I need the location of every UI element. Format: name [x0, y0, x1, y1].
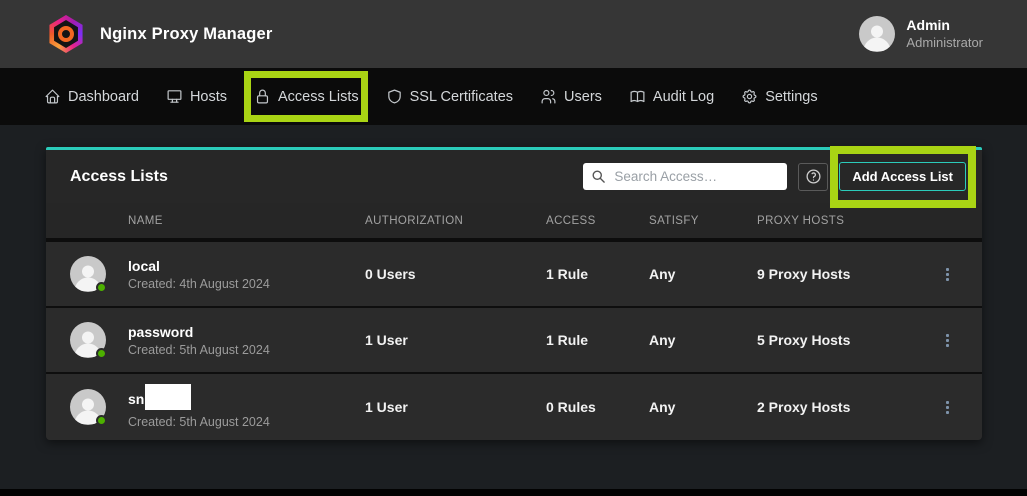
column-header-satisfy: SATISFY: [649, 215, 757, 227]
satisfy-value: Any: [649, 399, 757, 415]
row-menu-button[interactable]: [942, 397, 953, 418]
table-row[interactable]: local Created: 4th August 2024 0 Users 1…: [46, 242, 982, 308]
authorization-value: 1 User: [365, 332, 546, 348]
authorization-value: 0 Users: [365, 266, 546, 282]
row-avatar: [70, 389, 106, 425]
authorization-value: 1 User: [365, 399, 546, 415]
main-nav: Dashboard Hosts Access Lists SSL Certifi…: [0, 68, 1027, 125]
access-value: 1 Rule: [546, 332, 649, 348]
table-row[interactable]: sn Created: 5th August 2024 1 User 0 Rul…: [46, 374, 982, 440]
access-list-name: sn: [128, 391, 144, 407]
online-status-dot: [96, 415, 107, 426]
created-date: Created: 5th August 2024: [128, 415, 270, 429]
access-list-name: password: [128, 324, 193, 340]
access-value: 0 Rules: [546, 399, 649, 415]
user-role: Administrator: [906, 35, 983, 51]
nav-item-audit-log[interactable]: Audit Log: [629, 88, 714, 105]
nav-label: Settings: [765, 89, 817, 105]
book-icon: [629, 88, 646, 105]
panel-header: Access Lists Add Access List: [46, 150, 982, 203]
proxy-hosts-value: 2 Proxy Hosts: [757, 399, 916, 415]
gear-icon: [741, 88, 758, 105]
nav-label: Audit Log: [653, 89, 714, 105]
row-menu-button[interactable]: [942, 264, 953, 285]
nav-item-hosts[interactable]: Hosts: [166, 88, 227, 105]
page-content: Access Lists Add Access List NAME AUTHOR…: [0, 125, 1027, 496]
user-avatar: [859, 16, 895, 52]
nav-label: SSL Certificates: [410, 89, 513, 105]
search-input[interactable]: [583, 163, 787, 190]
app-logo-icon: [48, 15, 84, 53]
nav-label: Users: [564, 89, 602, 105]
row-avatar: [70, 322, 106, 358]
help-icon: [805, 168, 822, 185]
row-menu-button[interactable]: [942, 330, 953, 351]
nav-item-settings[interactable]: Settings: [741, 88, 817, 105]
created-date: Created: 4th August 2024: [128, 277, 270, 291]
column-header-name: NAME: [46, 215, 365, 227]
access-lists-panel: Access Lists Add Access List NAME AUTHOR…: [46, 147, 982, 440]
nav-item-dashboard[interactable]: Dashboard: [44, 88, 139, 105]
search-icon: [591, 169, 606, 184]
nav-item-access-lists[interactable]: Access Lists: [254, 88, 359, 105]
shield-icon: [386, 88, 403, 105]
access-list-name: local: [128, 258, 160, 274]
panel-title: Access Lists: [70, 168, 168, 186]
app-header: Nginx Proxy Manager Admin Administrator: [0, 0, 1027, 68]
satisfy-value: Any: [649, 266, 757, 282]
created-date: Created: 5th August 2024: [128, 343, 270, 357]
lock-icon: [254, 88, 271, 105]
monitor-icon: [166, 88, 183, 105]
satisfy-value: Any: [649, 332, 757, 348]
user-name: Admin: [906, 17, 983, 35]
add-access-list-button[interactable]: Add Access List: [839, 162, 966, 191]
nav-label: Access Lists: [278, 89, 359, 105]
table-row[interactable]: password Created: 5th August 2024 1 User…: [46, 308, 982, 374]
column-header-proxy-hosts: PROXY HOSTS: [757, 215, 916, 227]
nav-item-ssl-certificates[interactable]: SSL Certificates: [386, 88, 513, 105]
column-header-access: ACCESS: [546, 215, 649, 227]
nav-label: Dashboard: [68, 89, 139, 105]
user-menu[interactable]: Admin Administrator: [859, 16, 983, 52]
online-status-dot: [96, 348, 107, 359]
online-status-dot: [96, 282, 107, 293]
bottom-strip: [0, 489, 1027, 496]
table-header: NAME AUTHORIZATION ACCESS SATISFY PROXY …: [46, 203, 982, 242]
proxy-hosts-value: 5 Proxy Hosts: [757, 332, 916, 348]
app-title: Nginx Proxy Manager: [100, 25, 273, 44]
users-icon: [540, 88, 557, 105]
redaction-box: [145, 384, 191, 410]
nav-item-users[interactable]: Users: [540, 88, 602, 105]
nav-label: Hosts: [190, 89, 227, 105]
home-icon: [44, 88, 61, 105]
column-header-authorization: AUTHORIZATION: [365, 215, 546, 227]
proxy-hosts-value: 9 Proxy Hosts: [757, 266, 916, 282]
help-button[interactable]: [798, 163, 828, 191]
row-avatar: [70, 256, 106, 292]
access-value: 1 Rule: [546, 266, 649, 282]
